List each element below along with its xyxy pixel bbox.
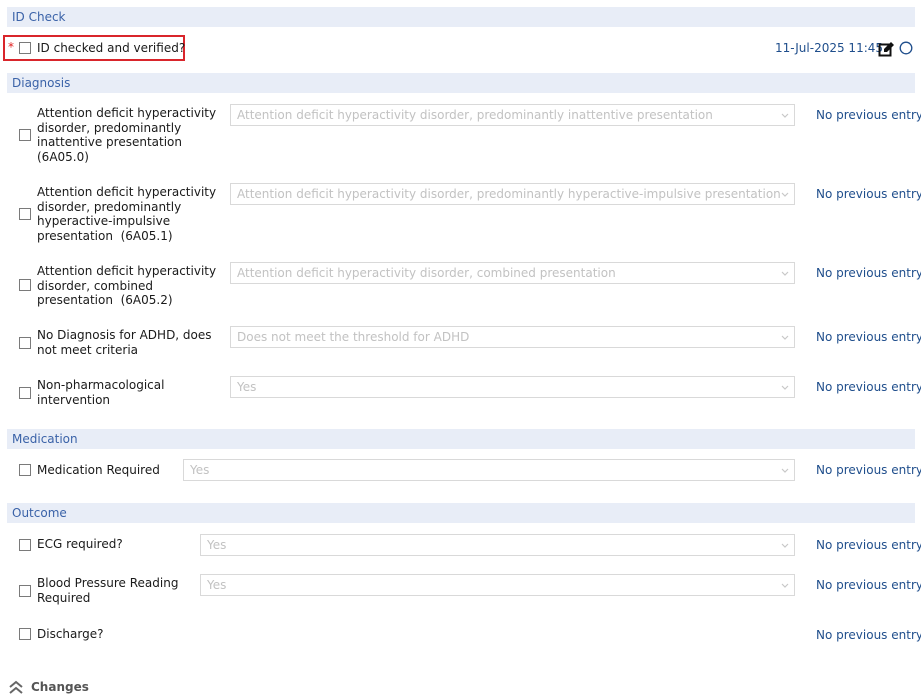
diagnosis-row-previous-entry: No previous entry (816, 108, 921, 122)
outcome-row-checkbox[interactable] (19, 585, 31, 597)
outcome-row-label-line: Required (37, 590, 91, 605)
diagnosis-row-previous-entry: No previous entry (816, 380, 921, 394)
diagnosis-row-label: Attention deficit hyperactivity disorder,… (37, 185, 216, 243)
diagnosis-row-label-line: hyperactive-impulsive (37, 214, 171, 228)
section-header-medication: Medication (7, 429, 915, 449)
diagnosis-row-previous-entry: No previous entry (816, 187, 921, 201)
diagnosis-row-dropdown[interactable]: Attention deficit hyperactivity disorder… (230, 104, 795, 126)
id-checked-checkbox[interactable] (19, 42, 31, 54)
section-header-outcome: Outcome (7, 503, 915, 523)
diagnosis-row-label-line: presentation (6A05.1) (37, 228, 173, 243)
outcome-row-previous-entry: No previous entry (816, 628, 921, 642)
diagnosis-row-label-line: disorder, combined (37, 278, 154, 293)
diagnosis-row-dropdown[interactable]: Attention deficit hyperactivity disorder… (230, 262, 795, 284)
outcome-row-dropdown-value: Yes (207, 578, 227, 592)
medication-dropdown[interactable]: Yes (183, 459, 795, 481)
outcome-row-previous-entry: No previous entry (816, 538, 921, 552)
diagnosis-row-dropdown[interactable]: Attention deficit hyperactivity disorder… (230, 183, 795, 205)
medication-required-checkbox[interactable] (19, 464, 31, 476)
diagnosis-row-label-line: disorder, predominantly (37, 199, 182, 214)
chevron-down-icon (780, 575, 790, 595)
outcome-row-dropdown[interactable]: Yes (200, 534, 795, 556)
status-circle-icon[interactable] (899, 41, 913, 55)
diagnosis-row-label-line: intervention (37, 392, 111, 407)
diagnosis-row-label-line: disorder, predominantly (37, 120, 182, 135)
edit-note-icon[interactable] (878, 40, 896, 58)
diagnosis-row-previous-entry: No previous entry (816, 266, 921, 280)
diagnosis-row-checkbox[interactable] (19, 387, 31, 399)
diagnosis-row-label-line: inattentive presentation (37, 135, 182, 149)
outcome-row-label: ECG required? (37, 537, 123, 552)
diagnosis-row-dropdown-value: Attention deficit hyperactivity disorder… (237, 187, 781, 201)
outcome-row-dropdown[interactable]: Yes (200, 574, 795, 596)
diagnosis-row-dropdown-value: Does not meet the threshold for ADHD (237, 330, 470, 344)
outcome-row-checkbox[interactable] (19, 539, 31, 551)
diagnosis-row-label: No Diagnosis for ADHD, does not meet crit… (37, 328, 212, 357)
medication-previous-entry: No previous entry (816, 463, 921, 477)
diagnosis-row-label: Attention deficit hyperactivity disorder,… (37, 106, 216, 164)
medication-dropdown-value: Yes (190, 463, 210, 477)
diagnosis-row-dropdown-value: Yes (237, 380, 257, 394)
diagnosis-row-dropdown-value: Attention deficit hyperactivity disorder… (237, 266, 616, 280)
id-checked-label: ID checked and verified? (37, 41, 186, 55)
chevron-down-icon (780, 105, 790, 125)
outcome-row-checkbox[interactable] (19, 628, 31, 640)
diagnosis-row-previous-entry: No previous entry (816, 330, 921, 344)
chevron-down-icon (780, 460, 790, 480)
diagnosis-row-label-line: Non-pharmacological (37, 378, 165, 392)
outcome-row-label: Discharge? (37, 627, 103, 642)
outcome-row-label: Blood Pressure Reading Required (37, 576, 178, 605)
diagnosis-row-dropdown[interactable]: Does not meet the threshold for ADHD (230, 326, 795, 348)
chevron-down-icon (780, 263, 790, 283)
chevron-down-icon (780, 377, 790, 397)
outcome-row-previous-entry: No previous entry (816, 578, 921, 592)
diagnosis-row-label-line: (6A05.0) (37, 149, 89, 164)
diagnosis-row-label-line: Attention deficit hyperactivity (37, 185, 217, 199)
diagnosis-row-label-line: not meet criteria (37, 342, 139, 357)
diagnosis-row-label-line: Attention deficit hyperactivity (37, 106, 217, 120)
outcome-row-label-line: ECG required? (37, 537, 123, 551)
required-marker: * (8, 40, 14, 54)
diagnosis-row-label-line: Attention deficit hyperactivity (37, 264, 217, 278)
chevron-down-icon (780, 327, 790, 347)
changes-toggle[interactable]: Changes (31, 680, 89, 694)
medication-required-label: Medication Required (37, 463, 160, 477)
outcome-row-label-line: Blood Pressure Reading (37, 576, 179, 590)
diagnosis-row-label: Non-pharmacological intervention (37, 378, 164, 407)
diagnosis-row-checkbox[interactable] (19, 279, 31, 291)
double-chevron-up-icon[interactable] (7, 679, 25, 695)
diagnosis-row-checkbox[interactable] (19, 129, 31, 141)
diagnosis-row-checkbox[interactable] (19, 337, 31, 349)
diagnosis-row-dropdown-value: Attention deficit hyperactivity disorder… (237, 108, 713, 122)
diagnosis-row-label-line: presentation (6A05.2) (37, 293, 173, 307)
chevron-down-icon (780, 535, 790, 555)
diagnosis-row-checkbox[interactable] (19, 208, 31, 220)
outcome-row-dropdown-value: Yes (207, 538, 227, 552)
diagnosis-row-label: Attention deficit hyperactivity disorder,… (37, 264, 216, 308)
diagnosis-row-dropdown[interactable]: Yes (230, 376, 795, 398)
section-header-id-check: ID Check (7, 7, 915, 27)
chevron-down-icon (780, 184, 790, 204)
section-header-diagnosis: Diagnosis (7, 73, 915, 93)
outcome-row-label-line: Discharge? (37, 627, 104, 641)
id-check-timestamp: 11-Jul-2025 11:45 (775, 41, 884, 55)
diagnosis-row-label-line: No Diagnosis for ADHD, does (37, 328, 212, 342)
